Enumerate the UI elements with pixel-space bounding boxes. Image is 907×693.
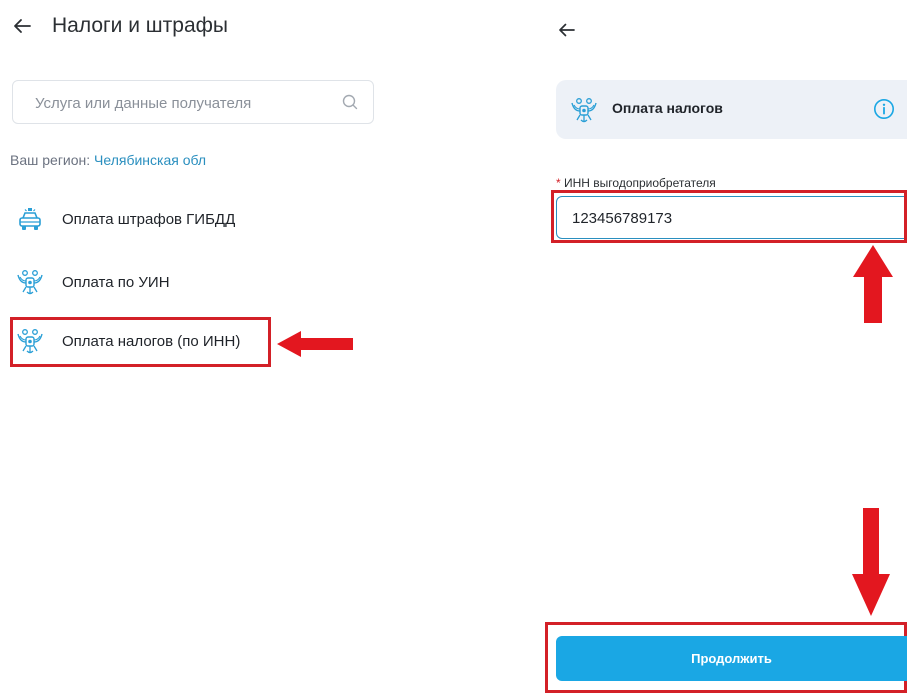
region-selector[interactable]: Ваш регион: Челябинская обл xyxy=(10,152,206,168)
menu-item-gibdd-fines[interactable]: Оплата штрафов ГИБДД xyxy=(12,199,270,239)
eagle-emblem-icon xyxy=(17,270,43,295)
required-mark: * xyxy=(556,176,561,190)
continue-button[interactable]: Продолжить xyxy=(556,636,907,681)
menu-item-uin-payment[interactable]: Оплата по УИН xyxy=(12,262,270,302)
back-arrow-icon[interactable] xyxy=(10,14,34,38)
search-input[interactable] xyxy=(33,81,337,125)
search-icon[interactable] xyxy=(341,93,359,111)
inn-field-label: * ИНН выгодоприобретателя xyxy=(556,176,716,190)
highlight-frame xyxy=(10,317,271,367)
service-card: Оплата налогов xyxy=(556,80,907,139)
search-box xyxy=(12,80,374,125)
inn-label-text: ИНН выгодоприобретателя xyxy=(564,176,716,190)
red-arrow-left-icon xyxy=(277,331,353,357)
menu-item-label: Оплата штрафов ГИБДД xyxy=(62,210,236,228)
info-icon[interactable] xyxy=(873,98,895,120)
police-car-icon xyxy=(19,208,41,230)
service-title: Оплата налогов xyxy=(612,100,723,116)
region-label: Ваш регион: xyxy=(10,152,91,168)
page-title: Налоги и штрафы xyxy=(52,14,228,37)
red-arrow-up-icon xyxy=(853,245,893,323)
highlight-frame xyxy=(551,190,907,243)
region-value-link[interactable]: Челябинская обл xyxy=(94,152,206,168)
eagle-emblem-icon xyxy=(571,98,597,123)
menu-item-label: Оплата по УИН xyxy=(62,273,170,291)
red-arrow-down-icon xyxy=(852,508,890,616)
back-arrow-icon[interactable] xyxy=(556,19,578,41)
